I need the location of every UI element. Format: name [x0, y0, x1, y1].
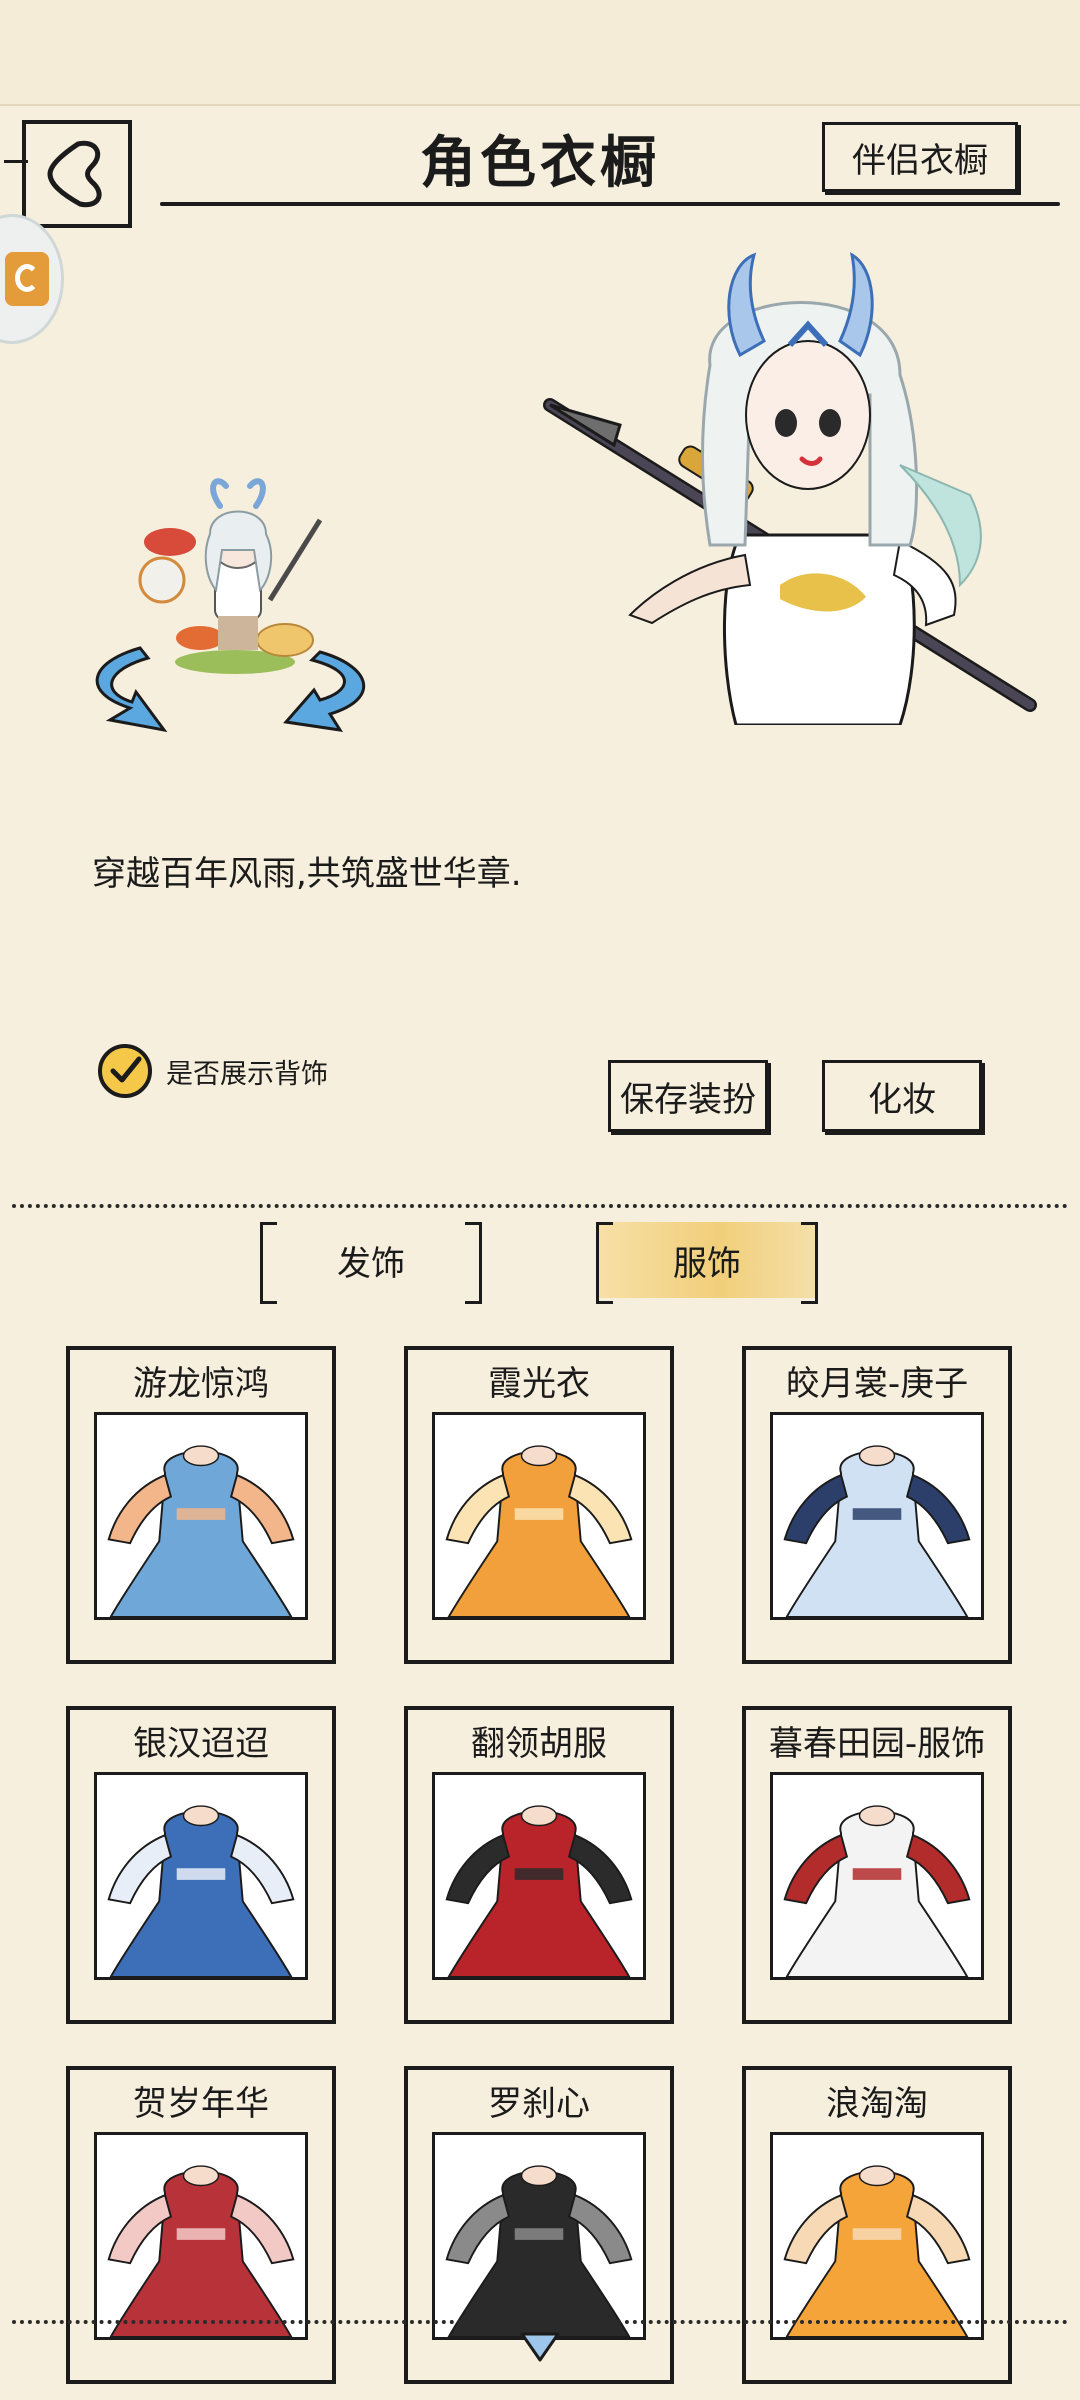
outfit-name: 翻领胡服: [471, 1724, 607, 1764]
outfit-thumbnail: [432, 2132, 646, 2340]
floating-assistant-button[interactable]: [0, 214, 64, 344]
outfit-name: 罗刹心: [488, 2084, 590, 2124]
outfit-thumbnail: [94, 1412, 308, 1620]
checkbox-checked-icon[interactable]: [98, 1044, 152, 1098]
outfit-thumbnail: [770, 2132, 984, 2340]
show-back-accessory-toggle[interactable]: 是否展示背饰: [98, 1044, 328, 1098]
tab-clothing[interactable]: 服饰: [596, 1222, 818, 1304]
grid-bottom-divider: [12, 2320, 1068, 2324]
outfit-thumbnail: [432, 1772, 646, 1980]
outfit-card[interactable]: 浪淘淘: [742, 2066, 1012, 2384]
save-outfit-button[interactable]: 保存装扮: [608, 1060, 768, 1132]
outfit-card[interactable]: 贺岁年华: [66, 2066, 336, 2384]
outfit-name: 银汉迢迢: [133, 1724, 269, 1764]
show-back-accessory-label: 是否展示背饰: [166, 1058, 328, 1090]
section-divider: [12, 1204, 1068, 1208]
outfit-name: 浪淘淘: [826, 2084, 928, 2124]
outfit-thumbnail: [770, 1772, 984, 1980]
makeup-button[interactable]: 化妆: [822, 1060, 982, 1132]
outfit-card[interactable]: 翻领胡服: [404, 1706, 674, 2024]
outfit-card[interactable]: 暮春田园-服饰: [742, 1706, 1012, 2024]
status-bar: [0, 0, 1080, 106]
character-portrait: [543, 252, 1037, 725]
outfit-thumbnail: [770, 1412, 984, 1620]
partner-wardrobe-button[interactable]: 伴侣衣橱: [822, 122, 1018, 192]
outfit-thumbnail: [432, 1412, 646, 1620]
outfit-thumbnail: [94, 2132, 308, 2340]
character-motto: 穿越百年风雨,共筑盛世华章.: [92, 854, 522, 894]
outfit-card[interactable]: 霞光衣: [404, 1346, 674, 1664]
outfit-name: 暮春田园-服饰: [768, 1724, 986, 1764]
chibi-avatar-preview[interactable]: [70, 430, 410, 760]
outfit-card[interactable]: 银汉迢迢: [66, 1706, 336, 2024]
assistant-icon: [5, 252, 49, 306]
outfit-card[interactable]: 皎月裳-庚子: [742, 1346, 1012, 1664]
outfit-card[interactable]: 游龙惊鸿: [66, 1346, 336, 1664]
outfit-name: 皎月裳-庚子: [785, 1364, 969, 1404]
outfit-name: 贺岁年华: [133, 2084, 269, 2124]
title-underline: [160, 202, 1060, 206]
tab-hair-accessories[interactable]: 发饰: [260, 1222, 482, 1304]
outfit-name: 游龙惊鸿: [133, 1364, 269, 1404]
scroll-down-icon[interactable]: [518, 2330, 562, 2364]
outfit-name: 霞光衣: [488, 1364, 590, 1404]
outfit-thumbnail: [94, 1772, 308, 1980]
